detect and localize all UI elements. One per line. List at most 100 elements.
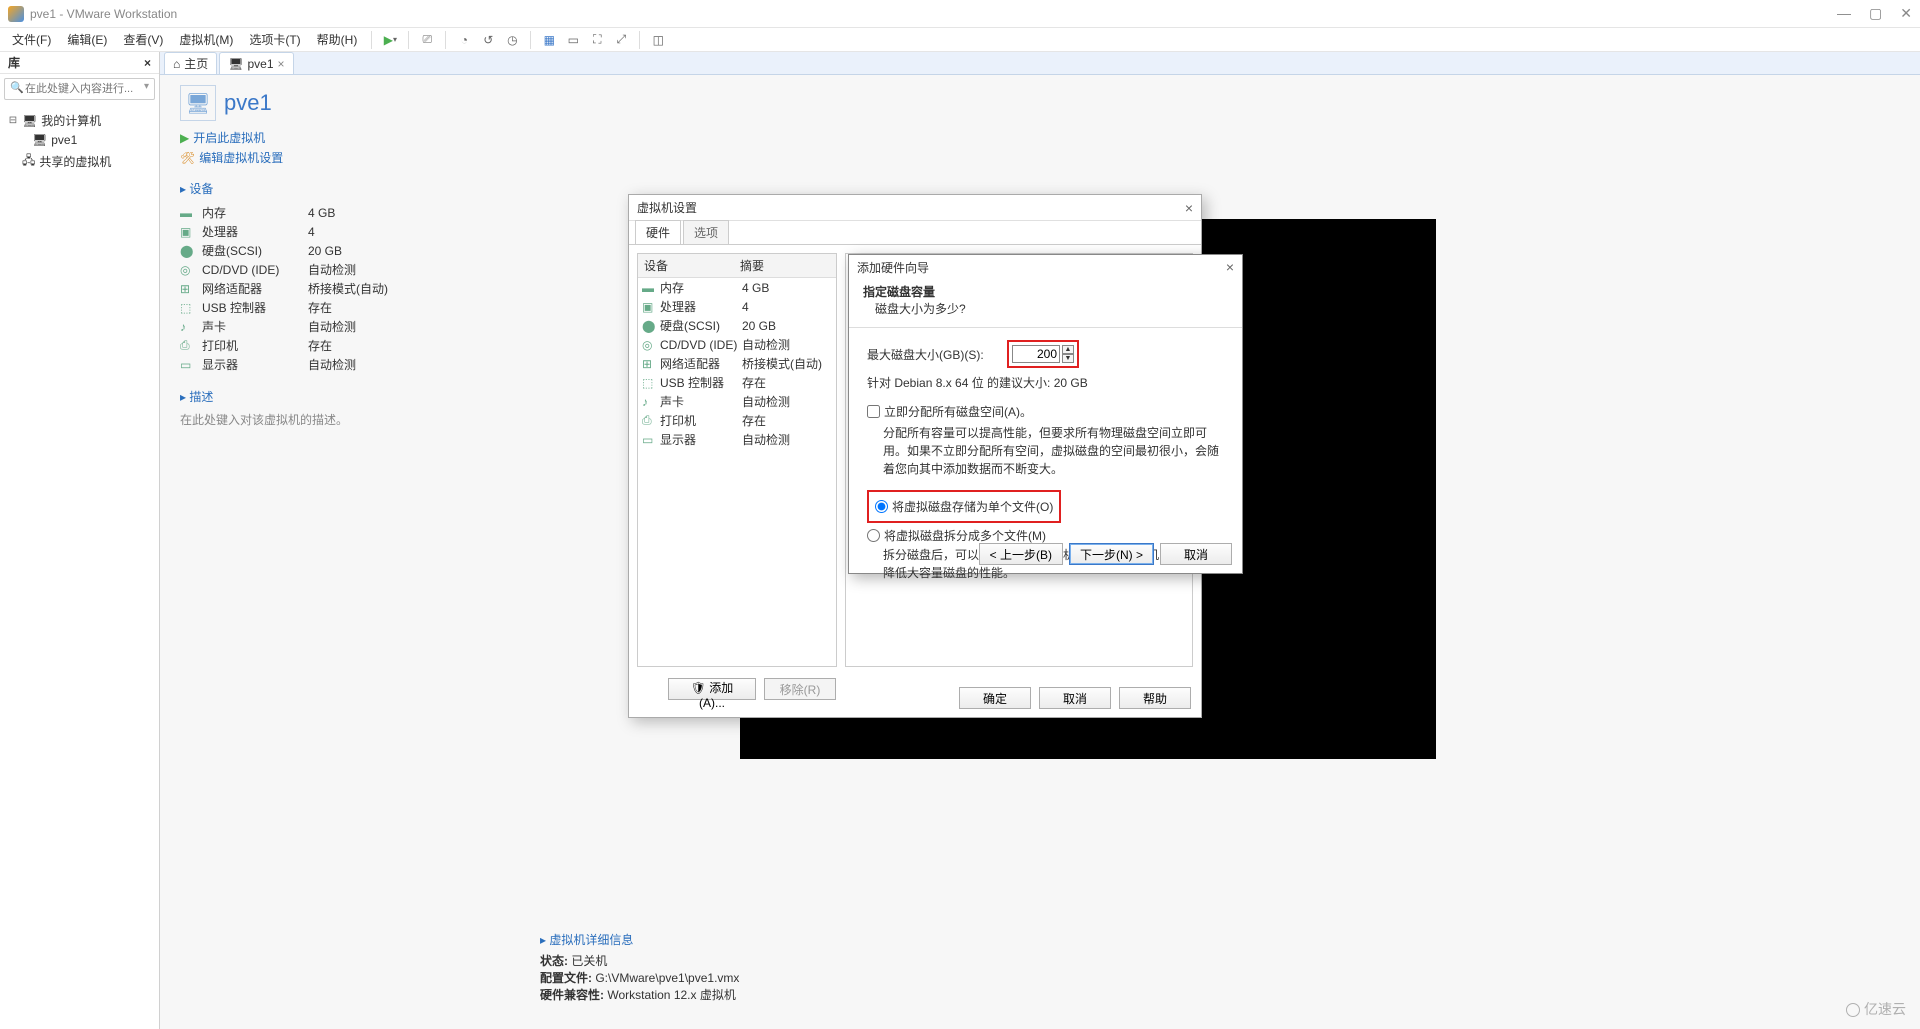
wrench-icon: 🛠	[180, 151, 195, 165]
recommend-text: 针对 Debian 8.x 64 位 的建议大小: 20 GB	[867, 374, 1224, 391]
send-keys-icon[interactable]: ⎚	[417, 30, 437, 50]
separator	[408, 31, 409, 49]
device-row[interactable]: ◎CD/DVD (IDE)自动检测	[638, 335, 836, 354]
allocate-now-checkbox[interactable]	[867, 405, 880, 418]
sidebar-title: 库	[8, 54, 20, 71]
fullscreen-icon[interactable]: ⤢	[611, 30, 631, 50]
device-value: 自动检测	[742, 431, 790, 448]
compat-label: 硬件兼容性:	[540, 988, 604, 1002]
highlighted-radio-box: 将虚拟磁盘存储为单个文件(O)	[867, 490, 1061, 523]
device-value: 自动检测	[308, 261, 356, 278]
highlighted-input-box: ▲ ▼	[1007, 340, 1079, 368]
close-icon[interactable]: ×	[1226, 259, 1234, 275]
tab-label: 主页	[184, 55, 208, 72]
computer-icon: 🖥	[22, 114, 37, 128]
tree-shared-label: 共享的虚拟机	[39, 153, 111, 170]
device-label: CD/DVD (IDE)	[660, 338, 738, 352]
tab-pve1[interactable]: 🖥 pve1 ×	[219, 52, 293, 74]
thumbnail-icon[interactable]: ▭	[563, 30, 583, 50]
play-icon: ▶	[180, 131, 189, 145]
tree-shared-vms[interactable]: 🖧 共享的虚拟机	[4, 149, 155, 174]
next-button[interactable]: 下一步(N) >	[1069, 543, 1154, 565]
vm-large-icon: 🖥	[180, 85, 216, 121]
tree-root-my-computer[interactable]: ⊟ 🖥 我的计算机	[4, 110, 155, 131]
tree-item-pve1[interactable]: 🖥 pve1	[4, 131, 155, 149]
state-label: 状态:	[540, 954, 568, 968]
help-button[interactable]: 帮助	[1119, 687, 1191, 709]
shared-icon: 🖧	[22, 151, 35, 172]
device-icon: ⬤	[180, 244, 196, 258]
close-button[interactable]: ✕	[1900, 5, 1912, 22]
device-row[interactable]: ▣处理器4	[638, 297, 836, 316]
tab-close-icon[interactable]: ×	[278, 57, 285, 71]
close-icon[interactable]: ×	[1185, 200, 1193, 216]
device-label: CD/DVD (IDE)	[202, 263, 302, 277]
device-icon: ◎	[180, 263, 196, 277]
stretch-icon[interactable]: ⛶	[587, 30, 607, 50]
device-row[interactable]: ⬚USB 控制器存在	[638, 373, 836, 392]
menu-edit[interactable]: 编辑(E)	[61, 29, 113, 50]
device-label: 硬盘(SCSI)	[660, 317, 738, 334]
sidebar: 库 × ⊟ 🖥 我的计算机 🖥 pve1 🖧 共享的虚拟机	[0, 52, 160, 1029]
device-row[interactable]: ▬内存4 GB	[638, 278, 836, 297]
device-label: 硬盘(SCSI)	[202, 242, 302, 259]
minimize-button[interactable]: —	[1837, 5, 1851, 22]
device-row[interactable]: ♪声卡自动检测	[638, 392, 836, 411]
device-row[interactable]: ▭显示器自动检测	[638, 430, 836, 449]
manage-snapshot-icon[interactable]: ◷	[502, 30, 522, 50]
device-value: 4	[742, 300, 749, 314]
ok-button[interactable]: 确定	[959, 687, 1031, 709]
menu-help[interactable]: 帮助(H)	[311, 29, 364, 50]
device-icon: ▬	[180, 206, 196, 220]
device-icon: ▬	[642, 281, 656, 295]
vm-icon: 🖥	[228, 57, 243, 71]
device-value: 4	[308, 225, 315, 239]
radio-split-file[interactable]	[867, 529, 880, 542]
device-row[interactable]: ⊞网络适配器桥接模式(自动)	[638, 354, 836, 373]
wizard-title: 添加硬件向导	[857, 259, 929, 276]
spinner: ▲ ▼	[1062, 345, 1074, 363]
menu-tabs[interactable]: 选项卡(T)	[243, 29, 306, 50]
tab-hardware[interactable]: 硬件	[635, 220, 681, 244]
device-value: 自动检测	[308, 318, 356, 335]
power-on-link[interactable]: ▶开启此虚拟机	[180, 129, 1900, 146]
sidebar-close[interactable]: ×	[144, 56, 151, 70]
device-icon: ⎙	[642, 413, 656, 428]
snapshot-icon[interactable]: ◔	[454, 30, 474, 50]
device-icon: ⊞	[180, 282, 196, 296]
tab-home[interactable]: ⌂ 主页	[164, 52, 217, 74]
back-button[interactable]: < 上一步(B)	[979, 543, 1063, 565]
menu-view[interactable]: 查看(V)	[117, 29, 169, 50]
show-console-icon[interactable]: ▦	[539, 30, 559, 50]
allocate-now-label: 立即分配所有磁盘空间(A)。	[884, 403, 1032, 420]
wizard-subheading: 磁盘大小为多少?	[863, 300, 1228, 317]
max-size-label: 最大磁盘大小(GB)(S):	[867, 346, 1007, 363]
menu-vm[interactable]: 虚拟机(M)	[173, 29, 239, 50]
device-row[interactable]: ⎙打印机存在	[638, 411, 836, 430]
search-input[interactable]	[4, 78, 155, 100]
edit-settings-link[interactable]: 🛠编辑虚拟机设置	[180, 149, 1900, 166]
cancel-button[interactable]: 取消	[1039, 687, 1111, 709]
cancel-button[interactable]: 取消	[1160, 543, 1232, 565]
device-row[interactable]: ⬤硬盘(SCSI)20 GB	[638, 316, 836, 335]
radio-single-file[interactable]	[875, 500, 888, 513]
maximize-button[interactable]: ▢	[1869, 5, 1882, 22]
settings-title: 虚拟机设置	[637, 199, 697, 216]
device-value: 桥接模式(自动)	[308, 280, 388, 297]
sidebar-tree: ⊟ 🖥 我的计算机 🖥 pve1 🖧 共享的虚拟机	[0, 104, 159, 1029]
unity-icon[interactable]: ◫	[648, 30, 668, 50]
revert-icon[interactable]: ↺	[478, 30, 498, 50]
device-value: 4 GB	[742, 281, 769, 295]
play-icon[interactable]: ▶▾	[380, 30, 400, 50]
menu-file[interactable]: 文件(F)	[6, 29, 57, 50]
spin-up-icon[interactable]: ▲	[1062, 345, 1074, 354]
disk-size-input[interactable]	[1012, 345, 1060, 363]
device-icon: ▭	[642, 433, 656, 447]
add-button[interactable]: 🛡 添加(A)...	[668, 678, 756, 700]
device-label: USB 控制器	[660, 374, 738, 391]
tab-options[interactable]: 选项	[683, 220, 729, 244]
device-icon: ▭	[180, 358, 196, 372]
spin-down-icon[interactable]: ▼	[1062, 354, 1074, 363]
add-hardware-wizard: 添加硬件向导 × 指定磁盘容量 磁盘大小为多少? 最大磁盘大小(GB)(S): …	[848, 254, 1243, 574]
tree-toggle-icon[interactable]: ⊟	[8, 115, 18, 126]
